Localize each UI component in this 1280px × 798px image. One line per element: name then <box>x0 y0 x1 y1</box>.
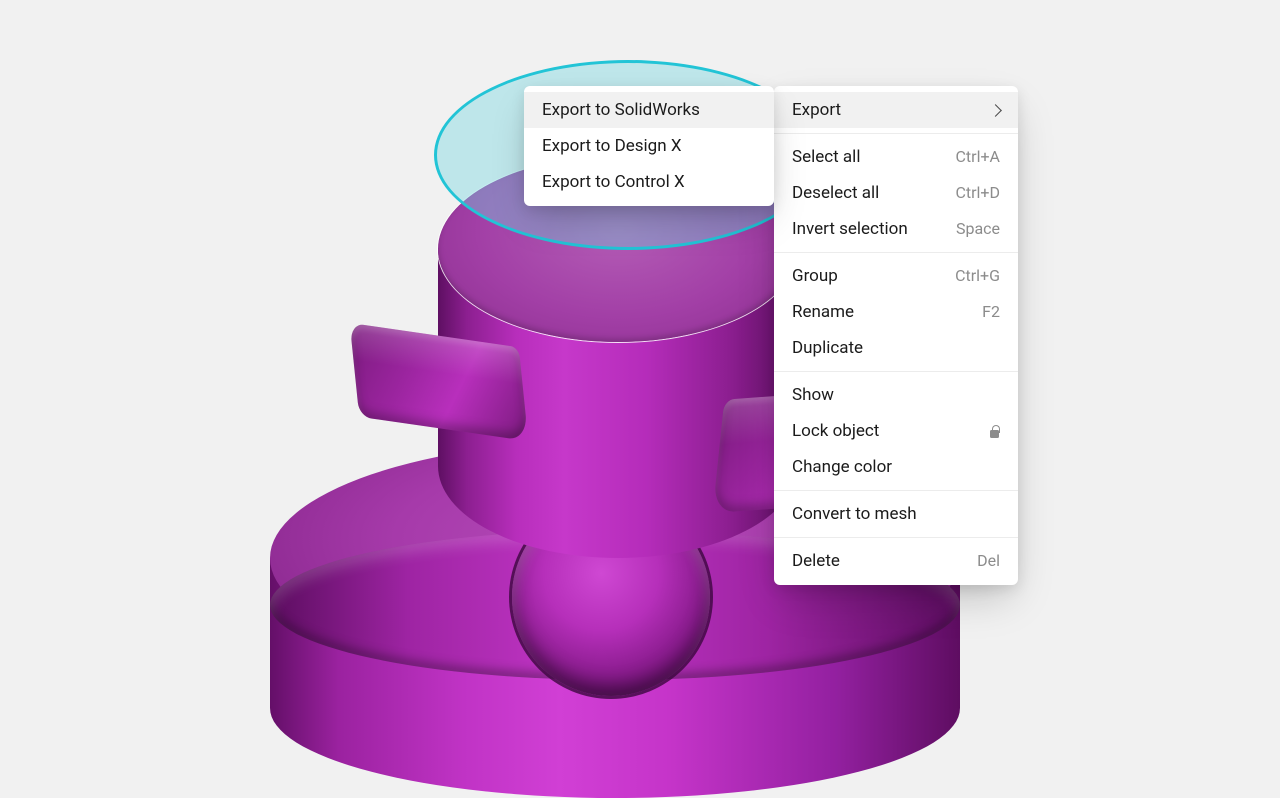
menu-item-label: Show <box>792 387 834 404</box>
menu-item-label: Delete <box>792 553 840 570</box>
menu-item-duplicate[interactable]: Duplicate <box>774 330 1018 366</box>
menu-item-label: Export to Design X <box>542 138 682 155</box>
menu-item-delete[interactable]: Delete Del <box>774 543 1018 579</box>
menu-item-select-all[interactable]: Select all Ctrl+A <box>774 139 1018 175</box>
chevron-right-icon <box>989 104 1002 117</box>
context-menu: Export Select all Ctrl+A Deselect all Ct… <box>774 86 1018 585</box>
export-submenu: Export to SolidWorks Export to Design X … <box>524 86 774 206</box>
menu-item-label: Convert to mesh <box>792 506 917 523</box>
menu-item-hotkey: Ctrl+A <box>956 149 1000 165</box>
menu-item-deselect-all[interactable]: Deselect all Ctrl+D <box>774 175 1018 211</box>
menu-item-label: Invert selection <box>792 221 908 238</box>
menu-item-invert-selection[interactable]: Invert selection Space <box>774 211 1018 247</box>
menu-item-group[interactable]: Group Ctrl+G <box>774 258 1018 294</box>
menu-item-lock-object[interactable]: Lock object <box>774 413 1018 449</box>
menu-item-hotkey: Ctrl+D <box>955 185 1000 201</box>
lock-icon <box>989 425 1000 438</box>
menu-item-change-color[interactable]: Change color <box>774 449 1018 485</box>
menu-item-rename[interactable]: Rename F2 <box>774 294 1018 330</box>
menu-item-label: Duplicate <box>792 340 863 357</box>
menu-item-hotkey: F2 <box>982 304 1000 320</box>
menu-item-show[interactable]: Show <box>774 377 1018 413</box>
menu-separator <box>774 537 1018 538</box>
menu-item-label: Group <box>792 268 838 285</box>
menu-item-export[interactable]: Export <box>774 92 1018 128</box>
menu-item-convert-to-mesh[interactable]: Convert to mesh <box>774 496 1018 532</box>
menu-separator <box>774 371 1018 372</box>
menu-item-hotkey: Del <box>977 553 1000 569</box>
menu-item-label: Export to Control X <box>542 174 685 191</box>
export-to-design-x[interactable]: Export to Design X <box>524 128 774 164</box>
menu-item-label: Export to SolidWorks <box>542 102 700 119</box>
menu-item-label: Deselect all <box>792 185 879 202</box>
menu-item-label: Select all <box>792 149 860 166</box>
export-to-control-x[interactable]: Export to Control X <box>524 164 774 200</box>
menu-item-hotkey: Space <box>956 221 1000 237</box>
menu-separator <box>774 133 1018 134</box>
menu-separator <box>774 252 1018 253</box>
menu-item-label: Rename <box>792 304 854 321</box>
export-to-solidworks[interactable]: Export to SolidWorks <box>524 92 774 128</box>
menu-item-label: Change color <box>792 459 892 476</box>
menu-separator <box>774 490 1018 491</box>
menu-item-label: Lock object <box>792 423 879 440</box>
menu-item-label: Export <box>792 102 841 119</box>
menu-item-hotkey: Ctrl+G <box>955 268 1000 284</box>
